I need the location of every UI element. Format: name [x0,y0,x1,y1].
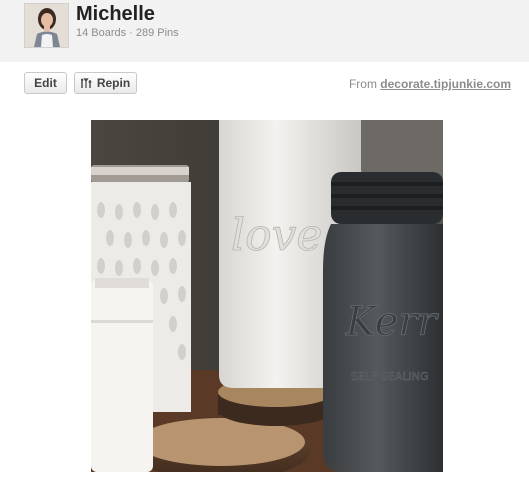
edit-button-label: Edit [34,76,57,90]
profile-stats: 14 Boards · 289 Pins [76,27,179,39]
user-name[interactable]: Michelle [76,3,155,26]
avatar[interactable] [24,3,69,48]
bottle-script-text: love. [231,210,336,261]
repin-button-label: Repin [96,76,131,90]
edit-button[interactable]: Edit [24,72,67,94]
profile-header: Michelle 14 Boards · 289 Pins [0,0,529,62]
jars-photo: love. Kerr SELF SEALING [91,120,443,472]
pin-image[interactable]: love. Kerr SELF SEALING [91,120,443,472]
source-prefix: From [348,77,377,91]
boards-count[interactable]: 14 Boards [76,27,126,39]
source-link[interactable]: decorate.tipjunkie.com [380,77,511,91]
stats-separator: · [129,27,133,39]
repin-button[interactable]: Repin [74,72,137,94]
pins-count[interactable]: 289 Pins [136,27,179,39]
user-photo-icon [25,4,68,47]
jar-small-text: SELF SEALING [351,370,428,383]
jar-brand-text: Kerr [345,299,440,345]
pin-source: From decorate.tipjunkie.com [349,77,511,91]
repin-icon [80,77,92,88]
